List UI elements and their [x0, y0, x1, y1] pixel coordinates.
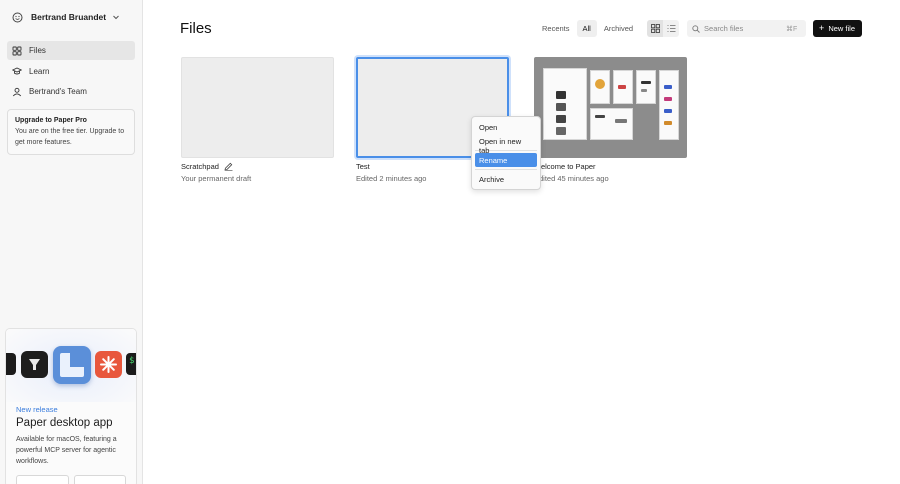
preview-block [556, 91, 566, 99]
view-toggle [647, 20, 680, 37]
tab-archived[interactable]: Archived [598, 20, 639, 37]
smiley-icon [12, 12, 23, 23]
preview-block [618, 85, 626, 89]
file-name: Test [356, 162, 370, 171]
edit-icon [224, 162, 233, 171]
new-file-button[interactable]: + New file [813, 20, 862, 37]
preview-page [543, 68, 587, 140]
app-icon-dark [21, 351, 48, 378]
menu-item-archive[interactable]: Archive [475, 172, 537, 186]
search-box: ⌘F [687, 20, 807, 37]
grid-view-icon[interactable] [647, 20, 664, 37]
sidebar-item-label: Learn [29, 66, 50, 76]
preview-page [590, 108, 633, 140]
account-name: Bertrand Bruandet [31, 12, 107, 22]
context-menu: Open Open in new tab Rename Archive [471, 116, 541, 190]
file-card-scratchpad[interactable]: Scratchpad Your permanent draft [181, 57, 336, 183]
sidebar: Bertrand Bruandet Files Learn Bertrand's… [0, 0, 143, 484]
toolbar: Recents All Archived ⌘F + New [535, 20, 862, 37]
app-icon-orange [95, 351, 122, 378]
upgrade-card[interactable]: Upgrade to Paper Pro You are on the free… [7, 109, 135, 155]
upgrade-text: You are on the free tier. Upgrade to get… [15, 128, 125, 146]
promo-card: $ New release Paper desktop app Availabl… [5, 328, 137, 484]
promo-title: Paper desktop app [16, 417, 113, 429]
menu-item-open[interactable]: Open [475, 120, 537, 134]
promo-app-icons: $ [6, 329, 136, 402]
preview-block [664, 121, 672, 125]
preview-page [590, 70, 610, 104]
search-input[interactable] [704, 24, 787, 33]
new-file-label: New file [828, 24, 855, 33]
sidebar-item-label: Bertrand's Team [29, 87, 87, 96]
sidebar-item-files[interactable]: Files [7, 41, 135, 60]
chevron-down-icon [112, 13, 120, 21]
file-thumbnail[interactable] [534, 57, 687, 158]
preview-block [664, 85, 672, 89]
file-meta: Your permanent draft [181, 174, 252, 183]
preview-block [664, 109, 672, 113]
list-view-icon[interactable] [663, 20, 679, 37]
preview-block [615, 119, 627, 123]
file-name: Scratchpad [181, 162, 219, 171]
file-meta: Edited 45 minutes ago [534, 174, 609, 183]
sidebar-item-learn[interactable]: Learn [7, 62, 135, 81]
search-icon [692, 24, 700, 33]
upgrade-title: Upgrade to Paper Pro [15, 117, 87, 124]
preview-page [659, 70, 679, 140]
account-switcher[interactable]: Bertrand Bruandet [7, 0, 135, 34]
tab-recents[interactable]: Recents [536, 20, 576, 37]
plus-icon: + [819, 23, 825, 33]
preview-page [613, 70, 633, 104]
app-icon-paper [53, 346, 91, 384]
preview-page [636, 70, 656, 104]
team-icon [12, 87, 22, 97]
tab-all[interactable]: All [576, 20, 597, 37]
app-window: Bertrand Bruandet Files Learn Bertrand's… [0, 0, 900, 484]
promo-secondary-button[interactable] [73, 475, 126, 484]
app-icon-partial-left [6, 353, 16, 375]
preview-block [556, 115, 566, 123]
preview-block [595, 79, 605, 89]
preview-block [556, 127, 566, 135]
file-name: Welcome to Paper [534, 162, 596, 171]
promo-text: Available for macOS, featuring a powerfu… [16, 436, 117, 465]
promo-download-button[interactable] [16, 475, 69, 484]
main-content: Files Recents All Archived ⌘F [143, 0, 900, 484]
app-icon-terminal: $ [126, 353, 136, 375]
preview-block [556, 103, 566, 111]
preview-block [641, 89, 647, 92]
preview-block [641, 81, 651, 84]
menu-item-rename[interactable]: Rename [475, 153, 537, 167]
graduation-cap-icon [12, 66, 22, 76]
promo-tag: New release [16, 405, 58, 414]
menu-divider [475, 169, 537, 170]
grid-icon [12, 46, 22, 56]
file-thumbnail[interactable] [181, 57, 334, 158]
file-card-welcome[interactable]: Welcome to Paper Edited 45 minutes ago [534, 57, 689, 183]
sidebar-item-label: Files [29, 46, 46, 55]
menu-item-open-new-tab[interactable]: Open in new tab [475, 134, 537, 155]
page-title: Files [180, 20, 212, 37]
search-shortcut: ⌘F [786, 25, 798, 33]
sidebar-item-team[interactable]: Bertrand's Team [7, 82, 135, 101]
sidebar-nav: Files Learn Bertrand's Team [7, 41, 135, 101]
preview-block [664, 97, 672, 101]
preview-block [595, 115, 605, 118]
